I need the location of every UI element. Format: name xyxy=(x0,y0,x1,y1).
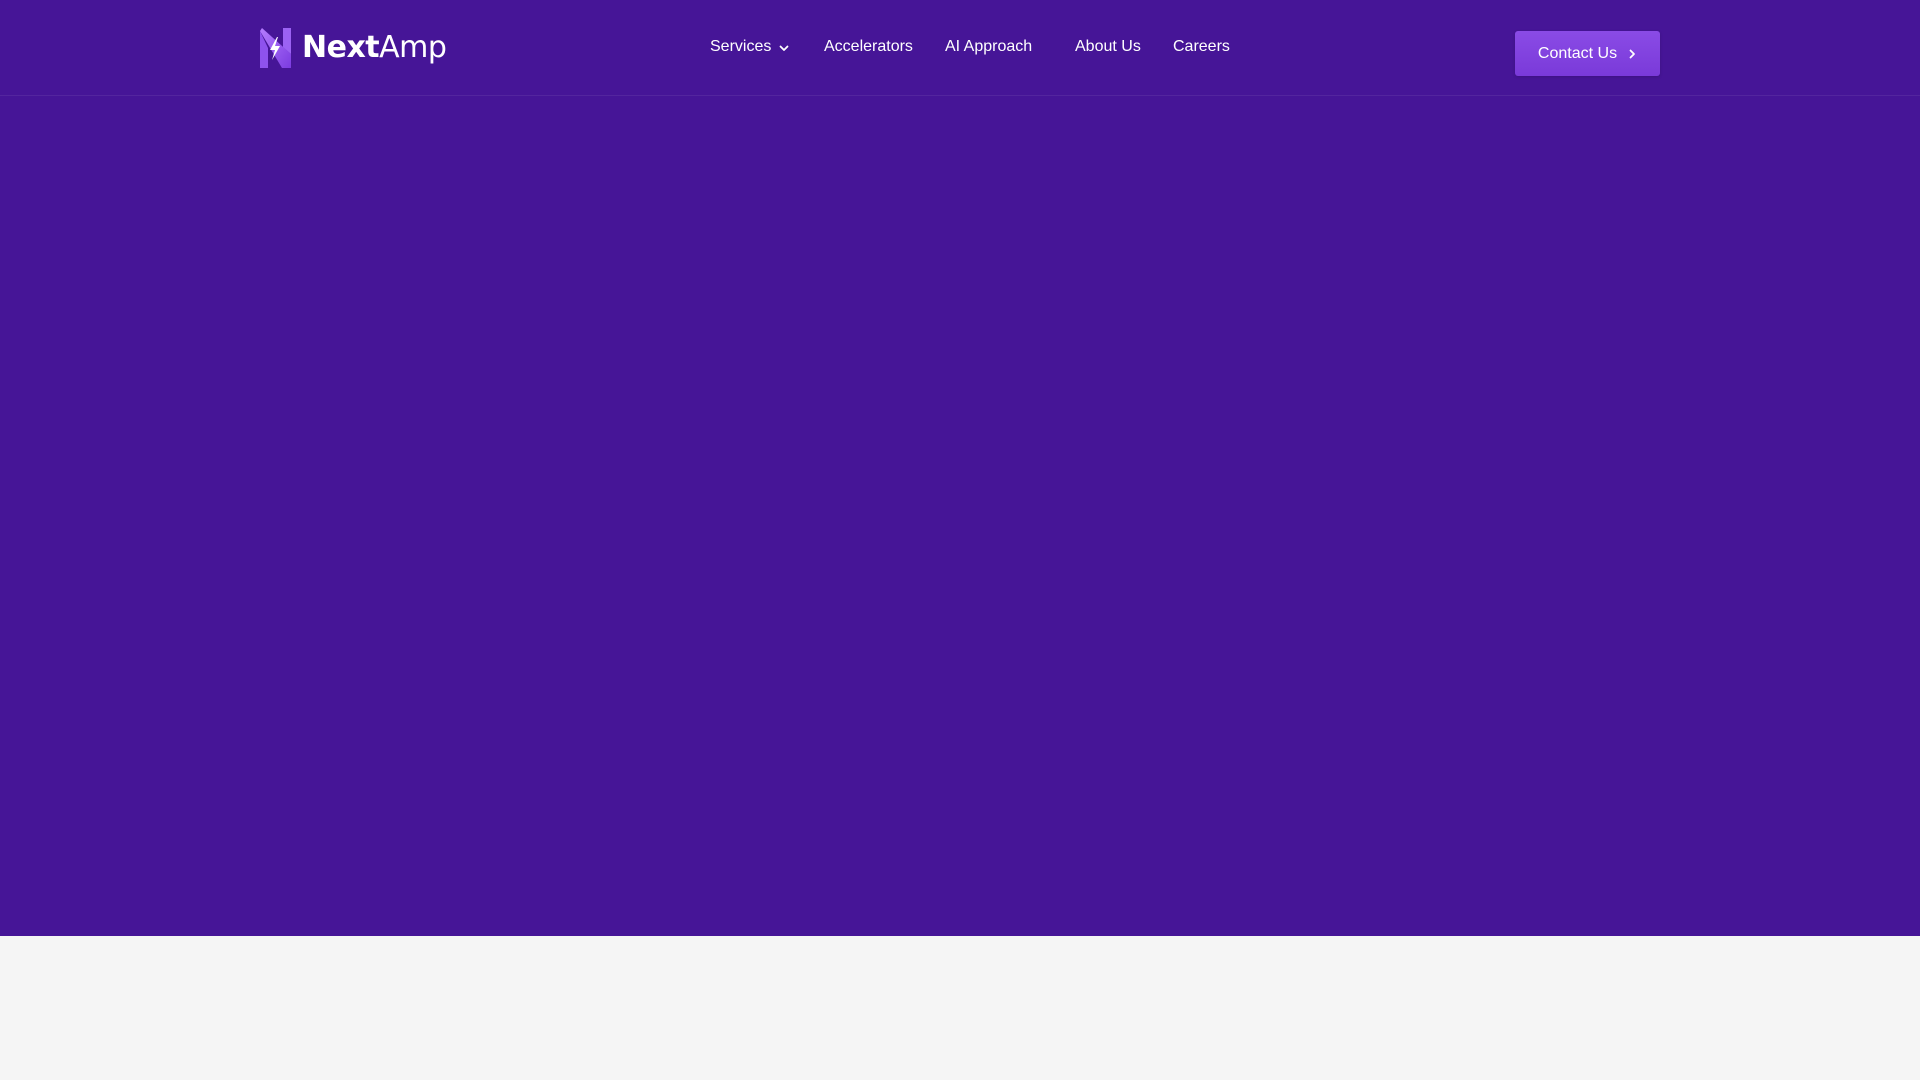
nav-item-careers[interactable]: Careers xyxy=(1173,34,1230,60)
brand-name-bold: Next xyxy=(302,30,380,65)
contact-us-label: Contact Us xyxy=(1537,44,1618,62)
contact-us-button[interactable]: Contact Us xyxy=(1515,31,1660,76)
chevron-right-icon xyxy=(1629,49,1635,58)
brand-name-light: Amp xyxy=(379,30,447,65)
brand-name: NextAmp xyxy=(302,30,447,65)
nav-item-about-us[interactable]: About Us xyxy=(1075,34,1141,60)
top-navbar: NextAmp Services Accelerators AI Approac… xyxy=(0,0,1920,96)
nav-item-ai-approach[interactable]: AI Approach xyxy=(945,34,1032,60)
nav-item-label: Services xyxy=(710,38,772,55)
hero-section xyxy=(0,0,1920,936)
nav-item-services[interactable]: Services xyxy=(710,34,790,60)
lightning-bolt-icon xyxy=(260,28,291,68)
nav-item-accelerators[interactable]: Accelerators xyxy=(824,34,913,60)
logo-link[interactable]: NextAmp xyxy=(260,27,447,69)
chevron-down-icon xyxy=(779,45,789,51)
